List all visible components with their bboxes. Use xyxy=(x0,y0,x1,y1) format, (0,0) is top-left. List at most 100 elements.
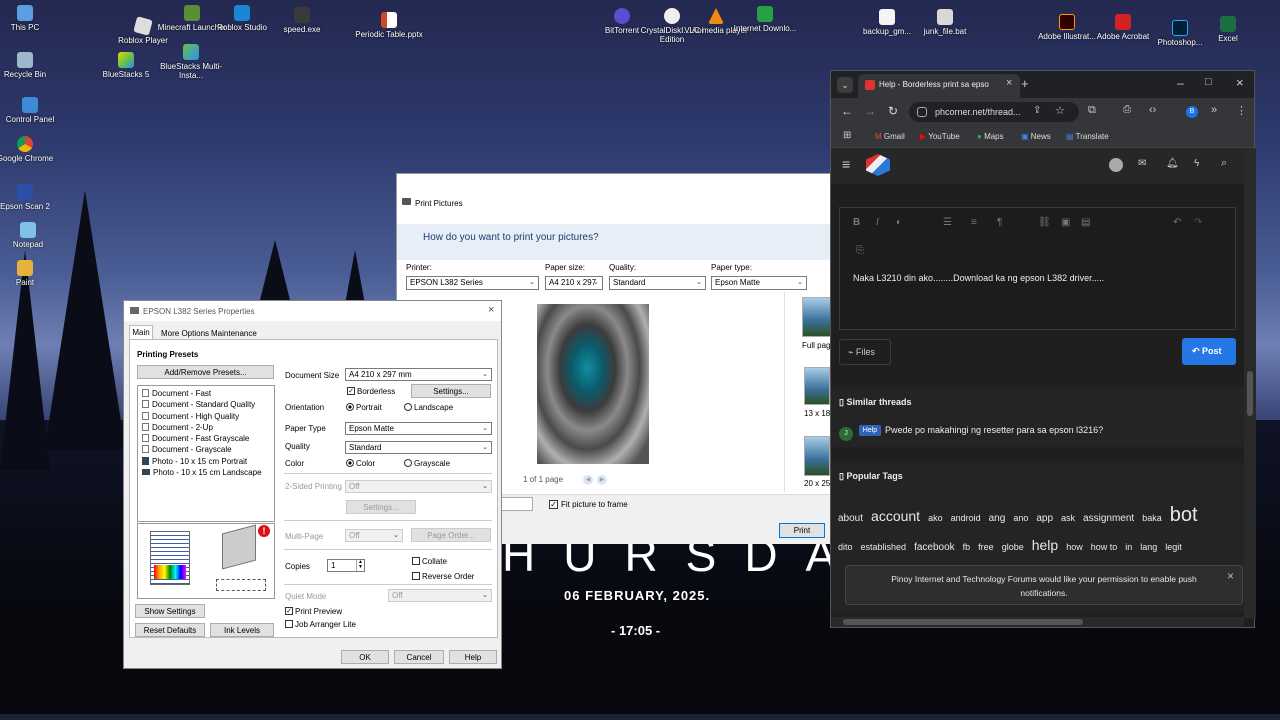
profile-avatar[interactable]: B xyxy=(1186,106,1198,118)
close-icon[interactable]: × xyxy=(488,304,494,316)
print-preview-checkbox[interactable]: ✓ xyxy=(285,607,293,615)
preset-item[interactable]: Document - 2-Up xyxy=(142,422,270,433)
reload-icon[interactable]: ↻ xyxy=(888,104,898,118)
add-remove-presets-button[interactable]: Add/Remove Presets... xyxy=(137,365,274,379)
tag-link[interactable]: facebook xyxy=(914,535,955,561)
next-page-icon[interactable]: ▶ xyxy=(597,475,607,485)
tab-maintenance[interactable]: Maintenance xyxy=(211,329,257,338)
lightning-icon[interactable]: ϟ xyxy=(1194,158,1199,169)
post-button[interactable]: ↶ Post xyxy=(1182,338,1236,365)
layout-thumb-full[interactable] xyxy=(802,297,832,337)
printer-select[interactable]: EPSON L382 Series ⌄ xyxy=(406,276,539,290)
tab-more-options[interactable]: More Options xyxy=(161,329,209,338)
portrait-radio[interactable] xyxy=(346,403,354,411)
grayscale-radio[interactable] xyxy=(404,459,412,467)
landscape-radio[interactable] xyxy=(404,403,412,411)
notify-close-icon[interactable]: × xyxy=(1227,569,1234,583)
ok-button[interactable]: OK xyxy=(341,650,389,664)
hamburger-menu-icon[interactable]: ≡ xyxy=(842,156,850,172)
desktop-icon-epson-scan[interactable]: Epson Scan 2 xyxy=(0,184,60,211)
devtools-icon[interactable]: ‹› xyxy=(1149,104,1156,116)
stepper-arrows-icon[interactable]: ▲ ▼ xyxy=(356,560,364,571)
editor-text[interactable]: Naka L3210 din ako........Download ka ng… xyxy=(853,273,1104,283)
ink-levels-button[interactable]: Ink Levels xyxy=(210,623,274,637)
list-icon[interactable]: ☰ xyxy=(943,217,952,228)
copies-stepper[interactable]: 1 ▲ ▼ xyxy=(327,559,365,572)
tag-link[interactable]: in xyxy=(1125,534,1132,560)
mail-icon[interactable]: ✉ xyxy=(1138,158,1146,169)
help-button[interactable]: Help xyxy=(449,650,497,664)
desktop-icon-bluestacks[interactable]: BlueStacks 5 xyxy=(91,52,161,79)
preset-item[interactable]: Document - Fast xyxy=(142,388,270,399)
tag-link[interactable]: bot xyxy=(1170,502,1198,528)
tag-link[interactable]: assignment xyxy=(1083,506,1134,532)
preset-item[interactable]: Photo - 10 x 15 cm Portrait xyxy=(142,456,270,467)
layout-thumb-20x25[interactable] xyxy=(804,436,830,476)
collate-checkbox[interactable] xyxy=(412,557,420,565)
desktop-icon-periodic-table[interactable]: Periodic Table.pptx xyxy=(354,12,424,39)
tag-link[interactable]: ask xyxy=(1061,505,1075,531)
back-icon[interactable]: ← xyxy=(841,104,853,118)
window-close-icon[interactable]: × xyxy=(1236,75,1244,90)
media-icon[interactable]: ▤ xyxy=(1081,217,1090,228)
italic-icon[interactable]: I xyxy=(876,217,879,228)
tag-link[interactable]: legit xyxy=(1165,534,1182,560)
two-sided-select[interactable]: Off ⌄ xyxy=(345,480,492,493)
forward-icon[interactable]: → xyxy=(864,104,876,118)
tag-link[interactable]: help xyxy=(1032,532,1058,558)
tab-close-icon[interactable]: × xyxy=(1006,77,1012,89)
install-app-icon[interactable]: ⇪ xyxy=(1033,105,1041,116)
tag-link[interactable]: ang xyxy=(989,506,1006,532)
borderless-checkbox[interactable]: ✓ xyxy=(347,387,355,395)
desktop-icon-chrome[interactable]: Google Chrome xyxy=(0,136,60,163)
desktop-icon-speed-exe[interactable]: speed.exe xyxy=(267,7,337,34)
document-size-select[interactable]: A4 210 x 297 mm ⌄ xyxy=(345,368,492,381)
more-tools-icon[interactable]: » xyxy=(1211,104,1217,116)
bookmark-news[interactable]: ▣ News xyxy=(1021,132,1051,141)
desktop-icon-notepad[interactable]: Notepad xyxy=(0,222,63,249)
bold-icon[interactable]: B xyxy=(853,217,860,228)
attach-files-button[interactable]: ⌁ Files xyxy=(839,339,891,365)
paragraph-icon[interactable]: ¶ xyxy=(997,217,1002,228)
prev-page-icon[interactable]: ◀ xyxy=(583,475,593,485)
tag-link[interactable]: lang xyxy=(1140,534,1157,560)
page-order-button[interactable]: Page Order... xyxy=(411,528,491,542)
reset-defaults-button[interactable]: Reset Defaults xyxy=(135,623,205,637)
preset-item[interactable]: Document - Grayscale xyxy=(142,444,270,455)
copies-field[interactable] xyxy=(501,497,533,511)
new-tab-icon[interactable]: + xyxy=(1021,76,1029,91)
tag-link[interactable]: ako xyxy=(928,505,943,531)
extensions-icon[interactable]: ⧉ xyxy=(1088,104,1096,117)
desktop-icon-this-pc[interactable]: This PC xyxy=(0,5,60,32)
tab-search-icon[interactable]: ⌄ xyxy=(837,77,853,93)
bookmark-maps[interactable]: ● Maps xyxy=(977,132,1004,141)
tag-link[interactable]: baka xyxy=(1142,505,1162,531)
quality-select[interactable]: Standard ⌄ xyxy=(345,441,492,454)
desktop-icon-recycle-bin[interactable]: Recycle Bin xyxy=(0,52,60,79)
cancel-button[interactable]: Cancel xyxy=(394,650,444,664)
tag-link[interactable]: account xyxy=(871,503,920,529)
desktop-icon-control-panel[interactable]: Control Panel xyxy=(0,97,65,124)
desktop-icon-junk-bat[interactable]: junk_file.bat xyxy=(910,9,980,36)
translate-icon[interactable]: ⎙ xyxy=(1123,104,1131,115)
bookmark-translate[interactable]: ▤ Translate xyxy=(1066,132,1109,141)
quality-select[interactable]: Standard ⌄ xyxy=(609,276,706,290)
image-icon[interactable]: ▣ xyxy=(1061,217,1070,228)
tag-link[interactable]: app xyxy=(1036,506,1053,532)
bookmark-star-icon[interactable]: ☆ xyxy=(1055,104,1065,117)
bell-icon[interactable]: 🔔︎ xyxy=(1166,158,1179,169)
preset-item[interactable]: Document - Fast Grayscale xyxy=(142,433,270,444)
paper-type-select[interactable]: Epson Matte ⌄ xyxy=(345,422,492,435)
print-button[interactable]: Print xyxy=(779,523,825,538)
user-avatar[interactable] xyxy=(1109,158,1123,172)
maximize-icon[interactable]: □ xyxy=(1205,76,1212,88)
thread-title-link[interactable]: Pwede po makahingi ng resetter para sa e… xyxy=(885,425,1103,435)
two-sided-settings-button[interactable]: Settings... xyxy=(346,500,416,514)
tag-link[interactable]: established xyxy=(861,534,907,560)
multipage-select[interactable]: Off ⌄ xyxy=(345,529,403,542)
quiet-mode-select[interactable]: Off ⌄ xyxy=(388,589,492,602)
paper-type-select[interactable]: Epson Matte ⌄ xyxy=(711,276,807,290)
tag-link[interactable]: dito xyxy=(838,534,853,560)
scrollbar-thumb[interactable] xyxy=(1247,371,1253,416)
align-icon[interactable]: ≡ xyxy=(971,217,977,228)
